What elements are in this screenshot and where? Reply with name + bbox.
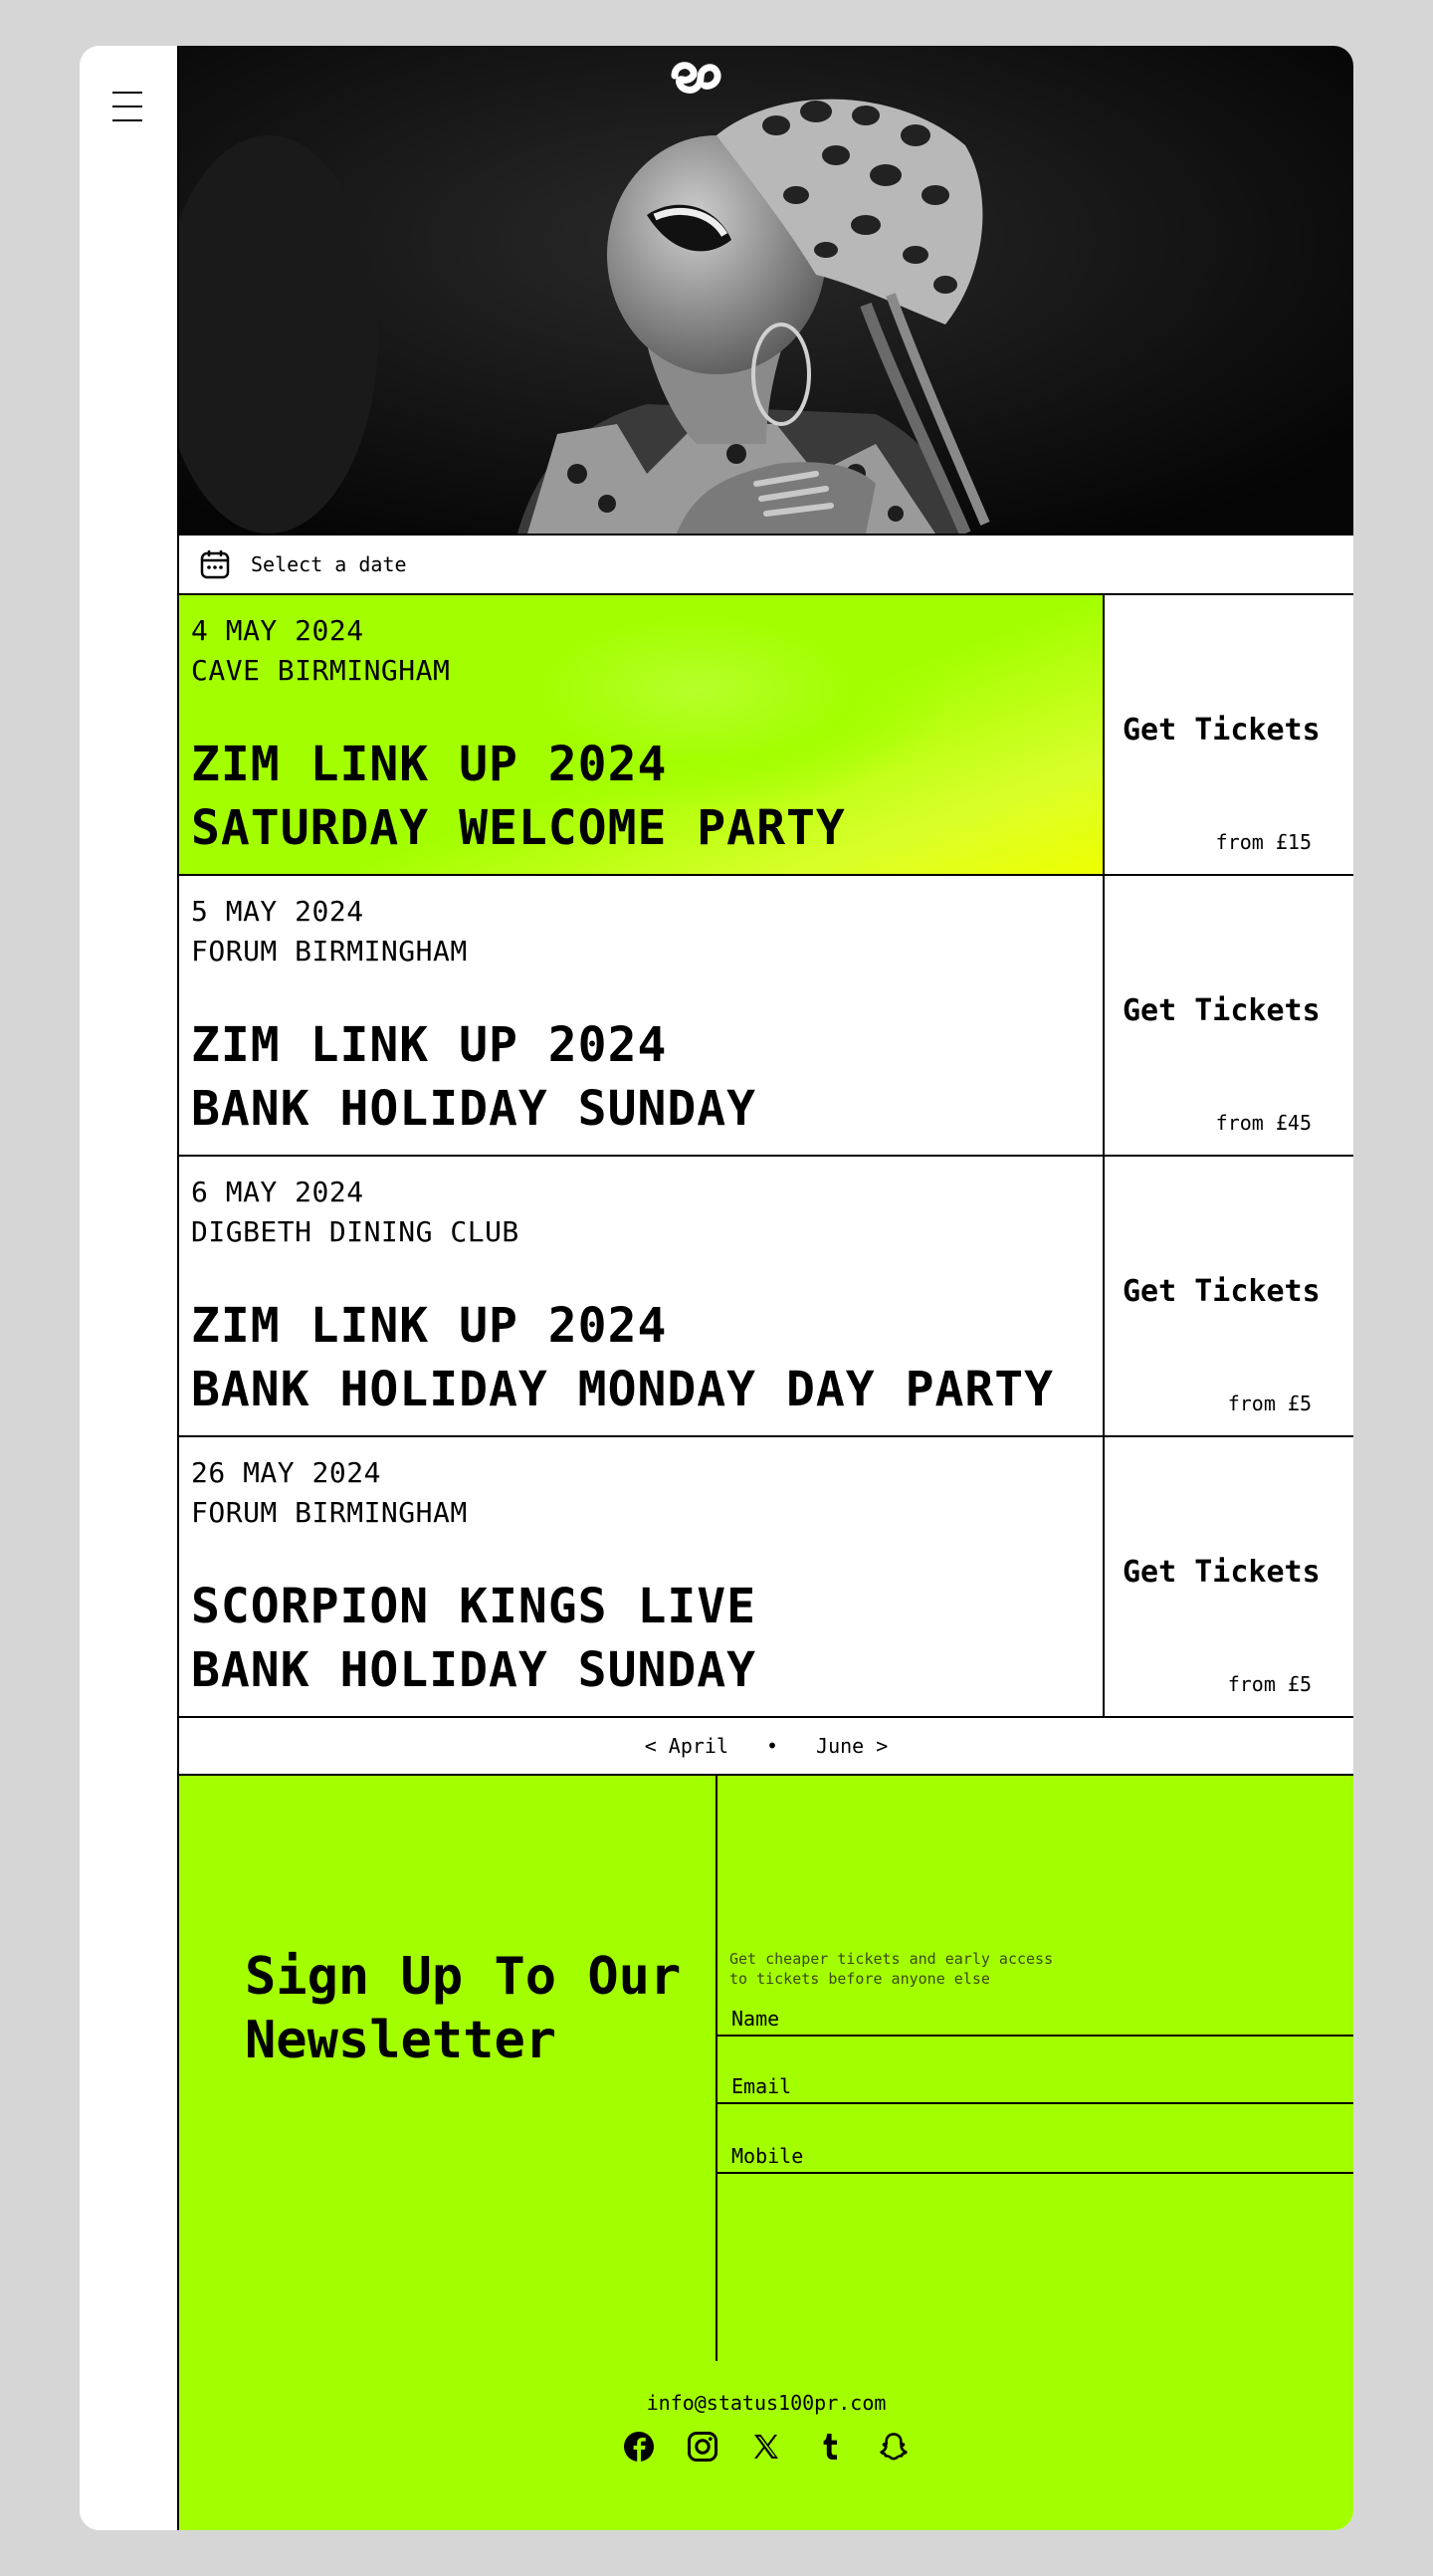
x-icon[interactable] bbox=[750, 2431, 782, 2463]
ticket-price: from £15 bbox=[1215, 830, 1312, 854]
date-selector-label: Select a date bbox=[251, 552, 407, 576]
get-tickets-button[interactable]: Get Tickets from £5 bbox=[1105, 1157, 1351, 1435]
main-content: Select a date 4 MAY 2024 CAVE BIRMINGHAM… bbox=[179, 46, 1353, 2530]
hero-photo bbox=[179, 46, 1353, 534]
event-title-line1: ZIM LINK UP 2024 bbox=[191, 1017, 668, 1073]
hero-image bbox=[179, 46, 1353, 536]
get-tickets-button[interactable]: Get Tickets from £5 bbox=[1105, 1437, 1351, 1716]
instagram-icon[interactable] bbox=[687, 2431, 718, 2463]
event-title-line1: SCORPION KINGS LIVE bbox=[191, 1579, 757, 1634]
newsletter-heading-line1: Sign Up To Our bbox=[245, 1947, 682, 2007]
event-title: SCORPION KINGS LIVE BANK HOLIDAY SUNDAY bbox=[191, 1575, 756, 1702]
event-date: 4 MAY 2024 bbox=[191, 614, 364, 647]
next-month-link[interactable]: June > bbox=[816, 1734, 888, 1758]
event-title-line1: ZIM LINK UP 2024 bbox=[191, 1298, 668, 1354]
ticket-price: from £45 bbox=[1215, 1111, 1312, 1135]
get-tickets-label: Get Tickets bbox=[1123, 1555, 1321, 1590]
event-venue: DIGBETH DINING CLUB bbox=[191, 1215, 519, 1248]
month-nav-separator: • bbox=[766, 1734, 779, 1758]
event-title: ZIM LINK UP 2024 BANK HOLIDAY MONDAY DAY… bbox=[191, 1294, 1054, 1421]
event-venue: CAVE BIRMINGHAM bbox=[191, 654, 451, 687]
newsletter-blurb-line1: Get cheaper tickets and early access bbox=[729, 1950, 1054, 1968]
name-field[interactable]: Name bbox=[717, 1983, 1353, 2037]
event-date: 26 MAY 2024 bbox=[191, 1456, 381, 1489]
event-title-line2: BANK HOLIDAY MONDAY DAY PARTY bbox=[191, 1362, 1055, 1417]
event-venue: FORUM BIRMINGHAM bbox=[191, 1496, 468, 1529]
event-row: 6 MAY 2024 DIGBETH DINING CLUB ZIM LINK … bbox=[179, 1157, 1353, 1437]
event-title: ZIM LINK UP 2024 BANK HOLIDAY SUNDAY bbox=[191, 1013, 756, 1141]
event-title-line1: ZIM LINK UP 2024 bbox=[191, 737, 668, 792]
get-tickets-button[interactable]: Get Tickets from £15 bbox=[1105, 595, 1351, 874]
get-tickets-label: Get Tickets bbox=[1123, 1274, 1321, 1309]
newsletter-heading: Sign Up To Our Newsletter bbox=[245, 1945, 681, 2072]
page-frame: Select a date 4 MAY 2024 CAVE BIRMINGHAM… bbox=[80, 46, 1353, 2530]
event-venue: FORUM BIRMINGHAM bbox=[191, 935, 468, 967]
sidebar bbox=[80, 46, 179, 2530]
email-field-label: Email bbox=[731, 2074, 792, 2098]
get-tickets-label: Get Tickets bbox=[1123, 993, 1321, 1028]
menu-icon[interactable] bbox=[112, 92, 142, 125]
snapchat-icon[interactable] bbox=[878, 2431, 910, 2463]
newsletter-section: Sign Up To Our Newsletter Get cheaper ti… bbox=[179, 1776, 1353, 2530]
event-title: ZIM LINK UP 2024 SATURDAY WELCOME PARTY bbox=[191, 733, 846, 860]
event-title-line2: BANK HOLIDAY SUNDAY bbox=[191, 1081, 757, 1137]
prev-month-link[interactable]: < April bbox=[645, 1734, 728, 1758]
name-field-label: Name bbox=[731, 2007, 780, 2031]
event-row: 5 MAY 2024 FORUM BIRMINGHAM ZIM LINK UP … bbox=[179, 876, 1353, 1157]
event-date: 6 MAY 2024 bbox=[191, 1176, 364, 1208]
get-tickets-label: Get Tickets bbox=[1123, 713, 1321, 748]
facebook-icon[interactable] bbox=[623, 2431, 655, 2463]
calendar-icon bbox=[200, 550, 230, 579]
event-info[interactable]: 4 MAY 2024 CAVE BIRMINGHAM ZIM LINK UP 2… bbox=[179, 595, 1105, 874]
logo-icon[interactable] bbox=[667, 56, 722, 96]
event-info[interactable]: 5 MAY 2024 FORUM BIRMINGHAM ZIM LINK UP … bbox=[179, 876, 1105, 1155]
event-row: 26 MAY 2024 FORUM BIRMINGHAM SCORPION KI… bbox=[179, 1437, 1353, 1718]
month-navigation: < April • June > bbox=[179, 1718, 1353, 1776]
event-info[interactable]: 6 MAY 2024 DIGBETH DINING CLUB ZIM LINK … bbox=[179, 1157, 1105, 1435]
newsletter-heading-panel: Sign Up To Our Newsletter bbox=[179, 1776, 717, 2361]
get-tickets-button[interactable]: Get Tickets from £45 bbox=[1105, 876, 1351, 1155]
email-field[interactable]: Email bbox=[717, 2037, 1353, 2104]
date-selector[interactable]: Select a date bbox=[179, 536, 1353, 595]
ticket-price: from £5 bbox=[1227, 1672, 1312, 1696]
contact-email[interactable]: info@status100pr.com bbox=[179, 2391, 1353, 2415]
event-title-line2: SATURDAY WELCOME PARTY bbox=[191, 800, 846, 856]
social-links bbox=[179, 2431, 1353, 2463]
event-row: 4 MAY 2024 CAVE BIRMINGHAM ZIM LINK UP 2… bbox=[179, 595, 1353, 876]
event-date: 5 MAY 2024 bbox=[191, 895, 364, 928]
newsletter-heading-line2: Newsletter bbox=[245, 2011, 557, 2070]
newsletter-form: Get cheaper tickets and early access to … bbox=[717, 1776, 1353, 2361]
ticket-price: from £5 bbox=[1227, 1392, 1312, 1415]
event-info[interactable]: 26 MAY 2024 FORUM BIRMINGHAM SCORPION KI… bbox=[179, 1437, 1105, 1716]
event-title-line2: BANK HOLIDAY SUNDAY bbox=[191, 1642, 757, 1698]
tumblr-icon[interactable] bbox=[814, 2431, 846, 2463]
mobile-field-label: Mobile bbox=[731, 2144, 804, 2168]
mobile-field[interactable]: Mobile bbox=[717, 2104, 1353, 2174]
